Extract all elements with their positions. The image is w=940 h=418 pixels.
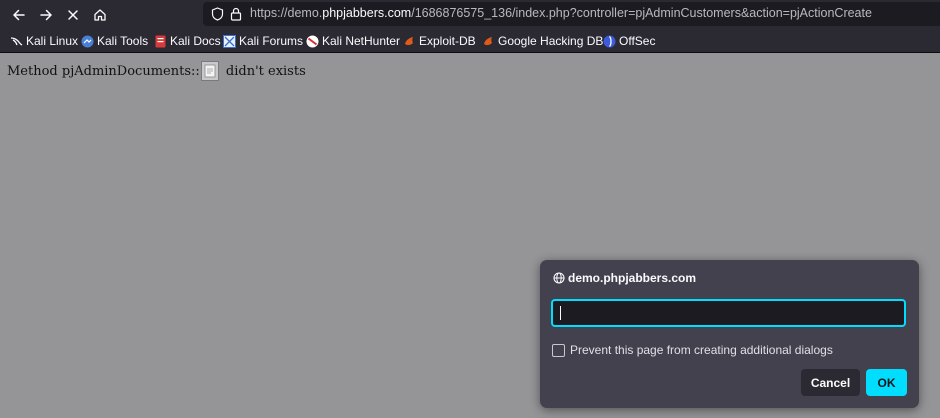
- bookmark-label: Kali Tools: [97, 34, 149, 48]
- address-bar[interactable]: https://demo.phpjabbers.com/1686876575_1…: [203, 2, 940, 26]
- kali-docs-icon: [154, 35, 167, 48]
- offsec-icon: [603, 35, 616, 48]
- bookmark-kali-docs[interactable]: Kali Docs: [154, 33, 221, 49]
- ok-button[interactable]: OK: [866, 369, 907, 396]
- forward-icon[interactable]: [35, 4, 57, 26]
- prompt-input[interactable]: [551, 299, 906, 327]
- kali-tools-icon: [81, 35, 94, 48]
- url-host: phpjabbers.com: [322, 6, 412, 20]
- broken-image-icon: [200, 61, 219, 81]
- bookmark-kali-forums[interactable]: Kali Forums: [223, 33, 303, 49]
- exploit-db-icon: [403, 35, 416, 48]
- dialog-title: demo.phpjabbers.com: [553, 271, 696, 285]
- bookmark-kali-nethunter[interactable]: Kali NetHunter: [306, 33, 400, 49]
- error-message-prefix: Method pjAdminDocuments::: [7, 64, 200, 79]
- bookmark-kali-tools[interactable]: Kali Tools: [81, 33, 148, 49]
- prompt-dialog: demo.phpjabbers.com Prevent this page fr…: [540, 260, 919, 408]
- prevent-dialogs-label: Prevent this page from creating addition…: [570, 343, 833, 357]
- tracking-protection-shield-icon[interactable]: [209, 6, 225, 22]
- bookmark-label: Kali NetHunter: [322, 34, 401, 48]
- globe-icon: [553, 272, 565, 284]
- stop-loading-icon[interactable]: [62, 4, 84, 26]
- bookmark-offsec[interactable]: OffSec: [603, 33, 655, 49]
- url-text[interactable]: https://demo.phpjabbers.com/1686876575_1…: [250, 6, 872, 20]
- nethunter-icon: [306, 35, 319, 48]
- prevent-dialogs-checkbox[interactable]: [552, 343, 565, 357]
- bookmark-kali-linux[interactable]: Kali Linux: [10, 33, 78, 49]
- error-message: Method pjAdminDocuments:: didn't exists: [7, 59, 306, 81]
- bookmark-label: OffSec: [619, 34, 656, 48]
- browser-toolbar: https://demo.phpjabbers.com/1686876575_1…: [0, 0, 940, 29]
- bookmark-google-hacking-db[interactable]: Google Hacking DB: [482, 33, 603, 49]
- bookmark-exploit-db[interactable]: Exploit-DB: [403, 33, 476, 49]
- url-prefix: https://demo.: [250, 6, 323, 20]
- lock-icon[interactable]: [228, 6, 244, 22]
- ghdb-icon: [482, 35, 495, 48]
- bookmarks-toolbar: Kali Linux Kali Tools Kali Docs Kali For…: [0, 29, 940, 53]
- cancel-button[interactable]: Cancel: [801, 369, 860, 396]
- bookmark-label: Kali Linux: [26, 34, 79, 48]
- bookmark-label: Google Hacking DB: [498, 34, 604, 48]
- home-icon[interactable]: [89, 4, 111, 26]
- url-path: /1686876575_136/index.php?controller=pjA…: [411, 6, 872, 20]
- bookmark-label: Kali Docs: [170, 34, 221, 48]
- text-caret: [560, 306, 561, 320]
- prevent-dialogs-option[interactable]: Prevent this page from creating addition…: [552, 343, 833, 357]
- kali-dragon-icon: [10, 35, 23, 48]
- bookmark-label: Exploit-DB: [419, 34, 476, 48]
- dialog-origin: demo.phpjabbers.com: [568, 271, 697, 285]
- kali-forums-icon: [223, 34, 236, 48]
- bookmark-label: Kali Forums: [239, 34, 304, 48]
- back-icon[interactable]: [8, 4, 30, 26]
- error-message-suffix: didn't exists: [221, 64, 306, 79]
